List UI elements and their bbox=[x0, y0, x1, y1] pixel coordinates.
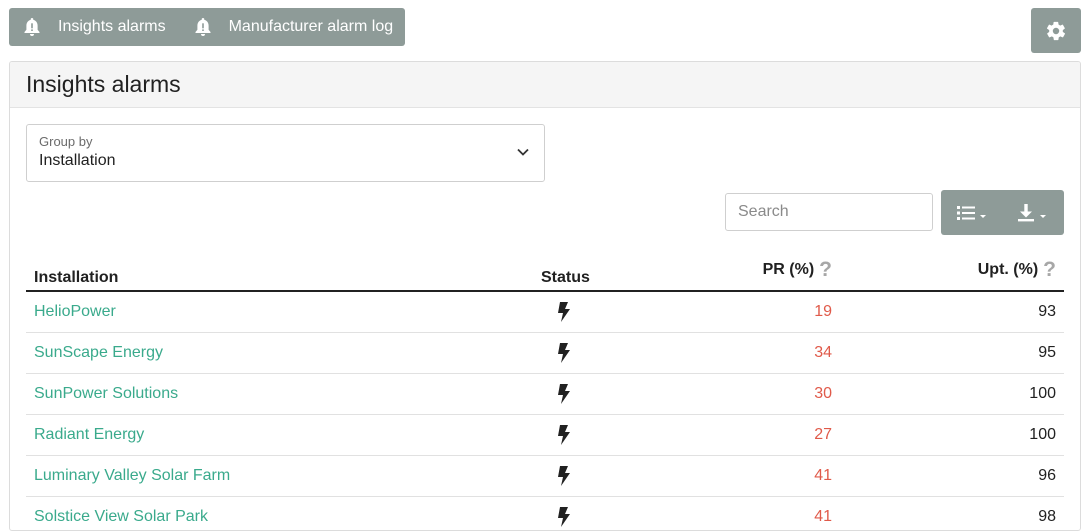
status-cell bbox=[557, 456, 571, 496]
uptime-value: 95 bbox=[1038, 344, 1056, 361]
help-icon[interactable]: ? bbox=[819, 258, 832, 282]
table-row: SunPower Solutions 30 100 bbox=[26, 374, 1064, 415]
pr-value: 19 bbox=[814, 303, 832, 320]
uptime-value: 100 bbox=[1029, 385, 1056, 402]
pr-value: 34 bbox=[814, 344, 832, 361]
uptime-value: 96 bbox=[1038, 467, 1056, 484]
alarms-table: Installation Status PR (%) ? Upt. (%) ? … bbox=[26, 249, 1064, 530]
pr-value: 30 bbox=[814, 385, 832, 402]
table-header: Installation Status PR (%) ? Upt. (%) ? bbox=[26, 249, 1064, 292]
search-input[interactable] bbox=[725, 193, 933, 231]
installation-link[interactable]: Solstice View Solar Park bbox=[34, 497, 208, 530]
table-row: Luminary Valley Solar Farm 41 96 bbox=[26, 456, 1064, 497]
status-cell bbox=[557, 415, 571, 455]
uptime-value: 93 bbox=[1038, 303, 1056, 320]
tab-manufacturer-alarm-log[interactable]: Manufacturer alarm log bbox=[194, 17, 394, 37]
installation-link[interactable]: Luminary Valley Solar Farm bbox=[34, 456, 230, 496]
pr-value: 41 bbox=[814, 467, 832, 484]
page-title: Insights alarms bbox=[26, 71, 181, 97]
column-header-pr-label: PR (%) bbox=[762, 260, 815, 278]
tab-insights-alarms[interactable]: Insights alarms bbox=[23, 17, 166, 37]
table-body: HelioPower 19 93 SunScape Energy 34 95 S… bbox=[26, 292, 1064, 530]
power-icon bbox=[558, 343, 570, 363]
list-icon bbox=[956, 205, 986, 220]
table-tools bbox=[941, 190, 1064, 235]
help-icon[interactable]: ? bbox=[1043, 258, 1056, 282]
download-dropdown-button[interactable] bbox=[1003, 190, 1065, 235]
column-header-pr[interactable]: PR (%) ? bbox=[763, 249, 832, 290]
bell-alert-icon bbox=[195, 18, 211, 36]
status-cell bbox=[557, 333, 571, 373]
gear-icon bbox=[1046, 21, 1066, 40]
pr-value: 41 bbox=[814, 508, 832, 525]
group-by-select[interactable]: Group by Installation bbox=[26, 124, 545, 182]
status-cell bbox=[557, 497, 571, 530]
tab-label: Insights alarms bbox=[58, 18, 166, 35]
column-header-uptime[interactable]: Upt. (%) ? bbox=[978, 249, 1056, 290]
power-icon bbox=[558, 384, 570, 404]
column-header-uptime-label: Upt. (%) bbox=[977, 260, 1039, 278]
table-row: HelioPower 19 93 bbox=[26, 292, 1064, 333]
power-icon bbox=[558, 302, 570, 322]
installation-link[interactable]: Radiant Energy bbox=[34, 415, 144, 455]
alarm-tabs: Insights alarms Manufacturer alarm log bbox=[9, 8, 406, 46]
bell-alert-icon bbox=[24, 18, 40, 36]
table-row: Solstice View Solar Park 41 98 bbox=[26, 497, 1064, 530]
columns-dropdown-button[interactable] bbox=[941, 190, 1003, 235]
insights-alarms-card: Insights alarms Group by Installation Se… bbox=[9, 61, 1081, 531]
status-cell bbox=[557, 292, 571, 332]
pr-value: 27 bbox=[814, 426, 832, 443]
settings-button[interactable] bbox=[1031, 8, 1081, 53]
download-icon bbox=[1018, 203, 1047, 221]
group-by-value: Installation bbox=[39, 152, 116, 169]
table-row: SunScape Energy 34 95 bbox=[26, 333, 1064, 374]
status-cell bbox=[557, 374, 571, 414]
installation-link[interactable]: HelioPower bbox=[34, 292, 116, 332]
power-icon bbox=[558, 425, 570, 445]
tab-label: Manufacturer alarm log bbox=[228, 18, 394, 35]
table-row: Radiant Energy 27 100 bbox=[26, 415, 1064, 456]
installation-link[interactable]: SunPower Solutions bbox=[34, 374, 178, 414]
power-icon bbox=[558, 507, 570, 527]
uptime-value: 100 bbox=[1029, 426, 1056, 443]
uptime-value: 98 bbox=[1038, 508, 1056, 525]
chevron-down-icon bbox=[517, 148, 529, 156]
installation-link[interactable]: SunScape Energy bbox=[34, 333, 163, 373]
card-header: Insights alarms bbox=[10, 62, 1080, 108]
power-icon bbox=[558, 466, 570, 486]
group-by-label: Group by bbox=[39, 134, 93, 149]
